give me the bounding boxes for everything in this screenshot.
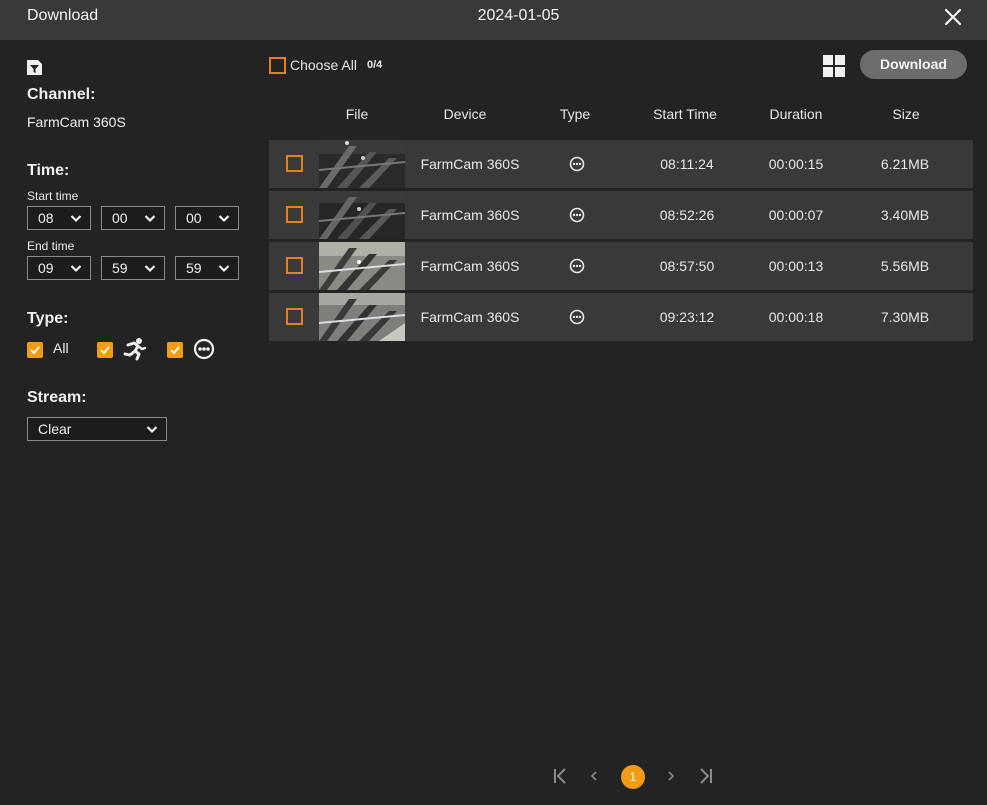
- video-thumbnail[interactable]: [319, 293, 405, 341]
- prev-page-icon[interactable]: [589, 766, 599, 786]
- next-page-icon[interactable]: [666, 766, 676, 786]
- row-start-time: 08:11:24: [660, 156, 714, 172]
- filter-file-icon: [27, 60, 42, 75]
- header-type: Type: [559, 106, 591, 122]
- table-row[interactable]: FarmCam 360S 08:57:50 00:00:13 5.56MB: [269, 242, 973, 290]
- title-bar: Download 2024-01-05: [0, 0, 987, 40]
- row-checkbox[interactable]: [286, 155, 303, 172]
- checkmark-icon: [100, 346, 110, 355]
- type-motion-checkbox[interactable]: [97, 342, 113, 358]
- last-page-icon[interactable]: [699, 766, 713, 786]
- end-second-select[interactable]: 59: [175, 256, 239, 280]
- row-device: FarmCam 360S: [420, 156, 520, 172]
- row-size: 5.56MB: [880, 258, 930, 274]
- checkmark-icon: [170, 346, 180, 355]
- end-second-value: 59: [186, 260, 202, 276]
- download-button[interactable]: Download: [860, 50, 967, 79]
- running-person-icon: [123, 338, 147, 361]
- grid-view-icon[interactable]: [823, 55, 845, 77]
- video-thumbnail[interactable]: [319, 140, 405, 188]
- checkmark-icon: [30, 346, 40, 355]
- row-checkbox[interactable]: [286, 308, 303, 325]
- start-second-select[interactable]: 00: [175, 206, 239, 230]
- row-device: FarmCam 360S: [420, 207, 520, 223]
- type-all-label: All: [53, 340, 69, 356]
- filter-sidebar: Channel: FarmCam 360S Time: Start time 0…: [0, 40, 258, 805]
- time-label: Time:: [27, 162, 70, 179]
- row-device: FarmCam 360S: [420, 309, 520, 325]
- more-circle-icon: [569, 156, 585, 172]
- stream-label: Stream:: [27, 389, 87, 406]
- header-start-time: Start Time: [653, 106, 717, 122]
- video-thumbnail[interactable]: [319, 191, 405, 239]
- date-title: 2024-01-05: [477, 7, 560, 24]
- start-minute-select[interactable]: 00: [101, 206, 165, 230]
- more-circle-icon: [193, 338, 215, 360]
- close-icon: [944, 8, 962, 26]
- start-minute-value: 00: [112, 210, 128, 226]
- start-hour-value: 08: [38, 210, 54, 226]
- type-label: Type:: [27, 310, 69, 327]
- more-circle-icon: [569, 258, 585, 274]
- row-start-time: 08:57:50: [659, 258, 715, 274]
- chevron-down-icon: [144, 265, 156, 273]
- type-other-checkbox[interactable]: [167, 342, 183, 358]
- end-minute-select[interactable]: 59: [101, 256, 165, 280]
- start-time-label: Start time: [27, 189, 79, 203]
- end-minute-value: 59: [112, 260, 128, 276]
- header-device: Device: [443, 106, 487, 122]
- more-circle-icon: [569, 309, 585, 325]
- row-start-time: 09:23:12: [659, 309, 715, 325]
- channel-label: Channel:: [27, 86, 96, 103]
- stream-value: Clear: [38, 421, 72, 437]
- row-duration: 00:00:07: [768, 207, 824, 223]
- start-hour-select[interactable]: 08: [27, 206, 91, 230]
- start-second-value: 00: [186, 210, 202, 226]
- end-hour-select[interactable]: 09: [27, 256, 91, 280]
- row-duration: 00:00:15: [768, 156, 824, 172]
- table-row[interactable]: FarmCam 360S 08:11:24 00:00:15 6.21MB: [269, 140, 973, 188]
- end-hour-value: 09: [38, 260, 54, 276]
- choose-all-checkbox[interactable]: [269, 57, 286, 74]
- video-thumbnail[interactable]: [319, 242, 405, 290]
- more-circle-icon: [569, 207, 585, 223]
- header-file: File: [345, 106, 369, 122]
- row-checkbox[interactable]: [286, 206, 303, 223]
- type-all-checkbox[interactable]: [27, 342, 43, 358]
- chevron-down-icon: [70, 215, 82, 223]
- close-button[interactable]: [941, 5, 965, 29]
- stream-select[interactable]: Clear: [27, 417, 167, 441]
- row-size: 6.21MB: [880, 156, 930, 172]
- selection-count: 0/4: [367, 59, 383, 71]
- chevron-down-icon: [218, 215, 230, 223]
- page-1-button[interactable]: 1: [621, 765, 645, 789]
- row-size: 7.30MB: [880, 309, 930, 325]
- row-checkbox[interactable]: [286, 257, 303, 274]
- table-row[interactable]: FarmCam 360S 09:23:12 00:00:18 7.30MB: [269, 293, 973, 341]
- row-size: 3.40MB: [880, 207, 930, 223]
- first-page-icon[interactable]: [553, 766, 567, 786]
- channel-value: FarmCam 360S: [27, 114, 126, 130]
- end-time-label: End time: [27, 239, 75, 253]
- chevron-down-icon: [70, 265, 82, 273]
- chevron-down-icon: [146, 426, 158, 434]
- table-row[interactable]: FarmCam 360S 08:52:26 00:00:07 3.40MB: [269, 191, 973, 239]
- header-size: Size: [892, 106, 920, 122]
- header-duration: Duration: [769, 106, 823, 122]
- chevron-down-icon: [144, 215, 156, 223]
- choose-all-label[interactable]: Choose All: [290, 57, 357, 73]
- row-duration: 00:00:18: [768, 309, 824, 325]
- row-duration: 00:00:13: [768, 258, 824, 274]
- chevron-down-icon: [218, 265, 230, 273]
- row-device: FarmCam 360S: [420, 258, 520, 274]
- row-start-time: 08:52:26: [659, 207, 715, 223]
